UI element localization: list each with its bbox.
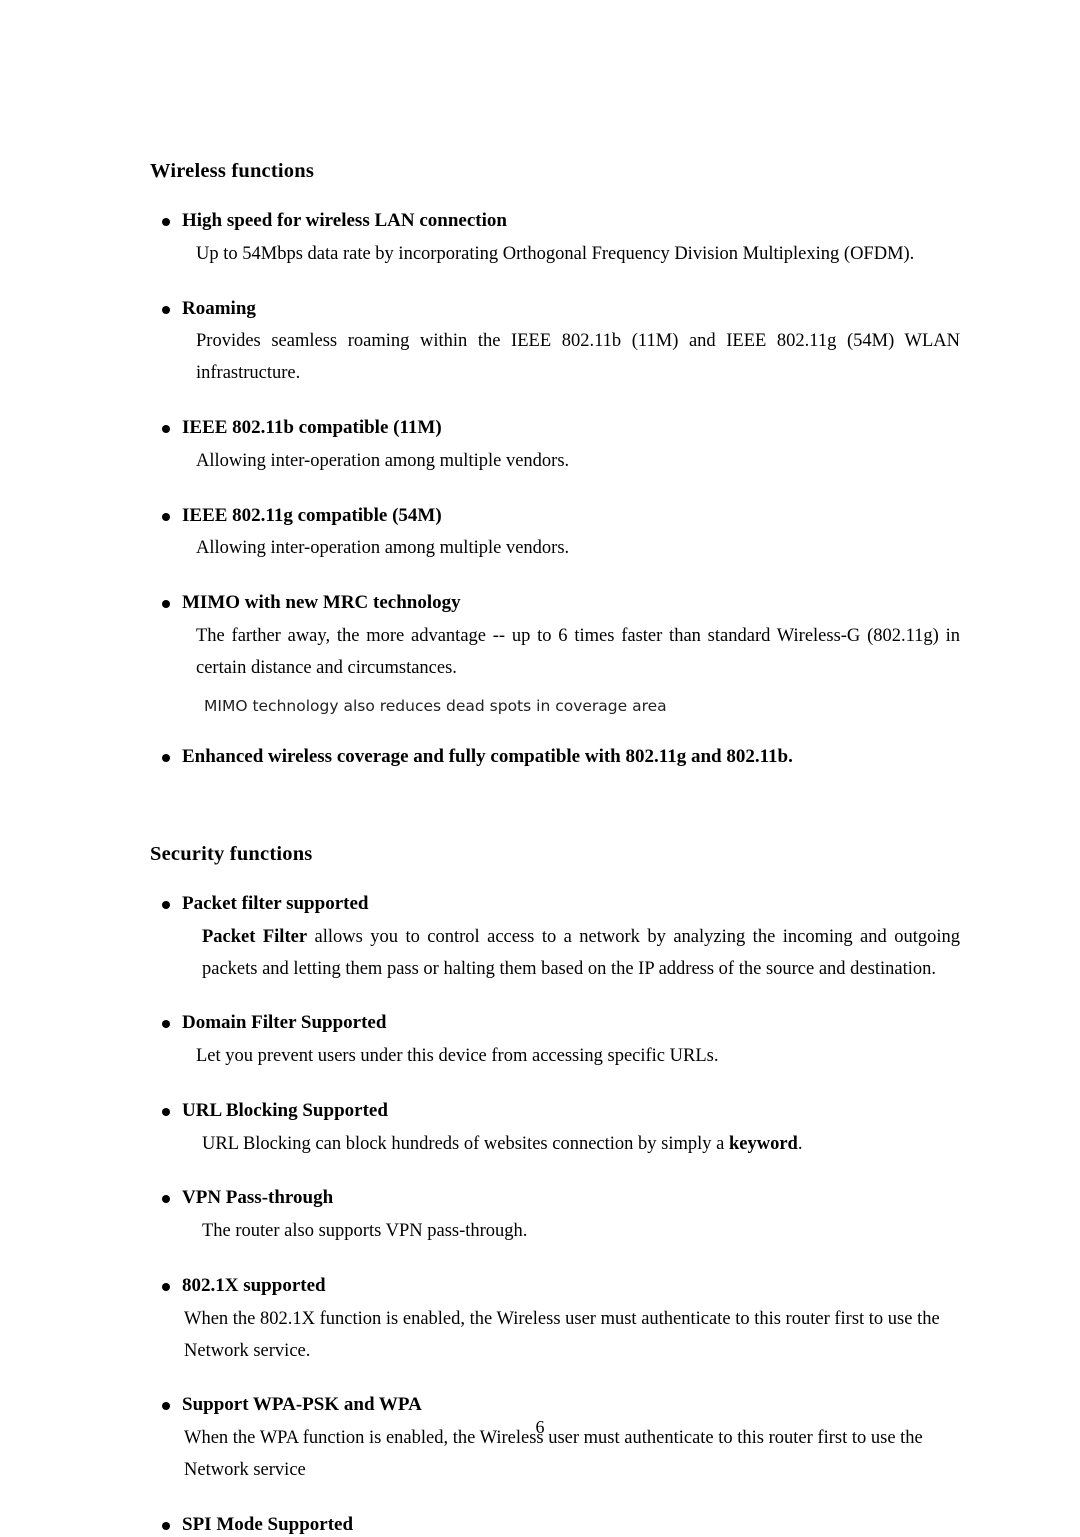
feature-title: VPN Pass-through: [182, 1187, 334, 1209]
feature-title: SPI Mode Supported: [182, 1513, 354, 1535]
feature-body: Provides seamless roaming within the IEE…: [196, 331, 960, 384]
list-item: IEEE 802.11b compatible (11M) Allowing i…: [150, 416, 960, 478]
list-item: Packet filter supported Packet Filter al…: [150, 892, 960, 985]
list-item: Support WPA-PSK and WPA When the WPA fun…: [150, 1393, 960, 1486]
section-wireless: Wireless functions High speed for wirele…: [150, 160, 960, 769]
feature-title: IEEE 802.11g compatible (54M): [182, 504, 442, 526]
feature-body-post: .: [797, 1133, 803, 1154]
feature-body: The farther away, the more advantage -- …: [196, 625, 960, 678]
list-item: Domain Filter Supported Let you prevent …: [150, 1011, 960, 1073]
list-item: MIMO with new MRC technology The farther…: [150, 591, 960, 719]
list-item: 802.1X supported When the 802.1X functio…: [150, 1274, 960, 1367]
section-heading-security: Security functions: [150, 842, 313, 865]
feature-body-pre: URL Blocking can block hundreds of websi…: [202, 1133, 729, 1154]
feature-body: Let you prevent users under this device …: [196, 1046, 719, 1067]
feature-body: Packet Filter allows you to control acce…: [182, 922, 960, 986]
feature-title: 802.1X supported: [182, 1275, 326, 1297]
feature-body: The router also supports VPN pass-throug…: [202, 1221, 528, 1242]
list-item: High speed for wireless LAN connection U…: [150, 209, 960, 271]
feature-title: URL Blocking Supported: [182, 1099, 388, 1121]
list-item: Roaming Provides seamless roaming within…: [150, 297, 960, 390]
document-page: Wireless functions High speed for wirele…: [0, 0, 1080, 1535]
feature-body: When the 802.1X function is enabled, the…: [184, 1308, 940, 1361]
feature-body: URL Blocking can block hundreds of websi…: [182, 1129, 960, 1161]
feature-body: Allowing inter-operation among multiple …: [196, 538, 570, 559]
feature-title: IEEE 802.11b compatible (11M): [182, 416, 442, 438]
feature-note: MIMO technology also reduces dead spots …: [204, 697, 667, 716]
feature-title: Roaming: [182, 297, 256, 319]
feature-title: MIMO with new MRC technology: [182, 592, 461, 614]
feature-body: Allowing inter-operation among multiple …: [196, 450, 570, 471]
list-item: Enhanced wireless coverage and fully com…: [150, 745, 960, 769]
list-item: VPN Pass-through The router also support…: [150, 1186, 960, 1248]
list-item: IEEE 802.11g compatible (54M) Allowing i…: [150, 504, 960, 566]
feature-body: Up to 54Mbps data rate by incorporating …: [196, 243, 915, 264]
feature-title: Support WPA-PSK and WPA: [182, 1394, 422, 1416]
wireless-feature-list: High speed for wireless LAN connection U…: [150, 209, 960, 769]
feature-title: Packet filter supported: [182, 892, 369, 914]
feature-title: Enhanced wireless coverage and fully com…: [182, 746, 793, 768]
feature-body-lead: Packet Filter: [202, 926, 308, 947]
feature-body-keyword: keyword: [728, 1133, 798, 1154]
feature-title: Domain Filter Supported: [182, 1012, 387, 1034]
feature-body-rest: allows you to control access to a networ…: [202, 926, 960, 979]
list-item: SPI Mode Supported: [150, 1513, 960, 1537]
list-item: URL Blocking Supported URL Blocking can …: [150, 1099, 960, 1161]
section-heading-wireless: Wireless functions: [150, 160, 315, 182]
feature-title: High speed for wireless LAN connection: [182, 210, 507, 231]
security-feature-list: Packet filter supported Packet Filter al…: [150, 892, 960, 1537]
page-number: 6: [535, 1417, 545, 1437]
